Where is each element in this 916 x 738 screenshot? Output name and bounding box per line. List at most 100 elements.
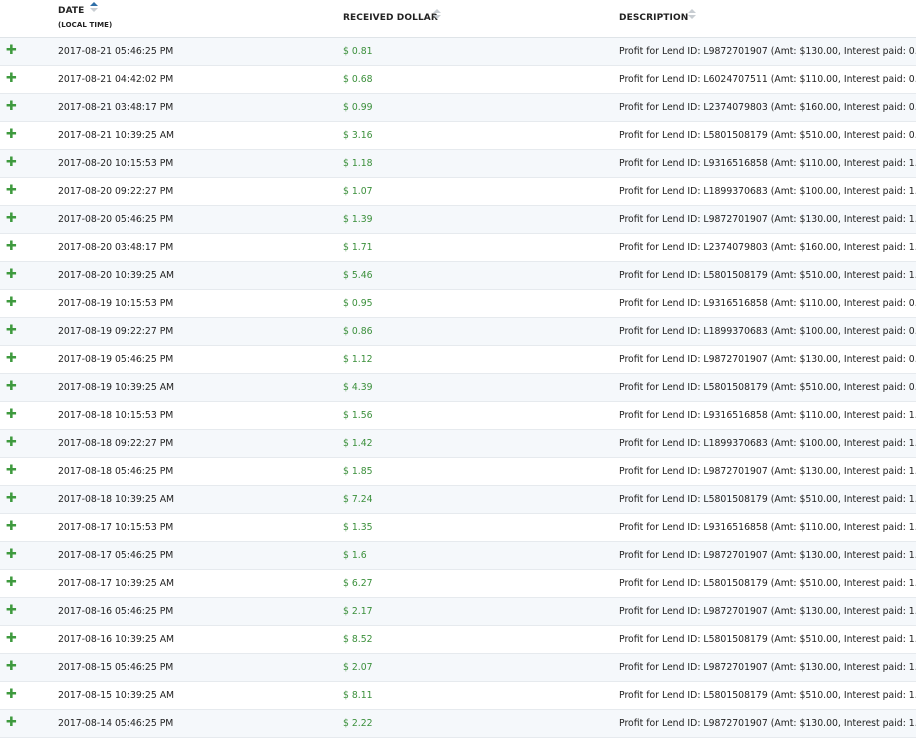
plus-icon[interactable]: ✚ — [6, 542, 17, 568]
column-header-amount-label[interactable]: RECEIVED DOLLAR — [343, 13, 438, 23]
plus-icon[interactable]: ✚ — [6, 38, 17, 64]
column-header-date-sublabel: (LOCAL TIME) — [58, 21, 113, 29]
table-row[interactable]: ✚ 2017-08-17 10:39:25 AM $ 6.27 Profit for … — [0, 570, 916, 598]
row-description: Profit for Lend ID: L1899370683 (Amt: $1… — [619, 326, 916, 337]
row-description: Profit for Lend ID: L1899370683 (Amt: $1… — [619, 438, 916, 449]
plus-icon[interactable]: ✚ — [6, 178, 17, 204]
table-row[interactable]: ✚ 2017-08-20 10:39:25 AM $ 5.46 Profit for … — [0, 262, 916, 290]
plus-icon[interactable]: ✚ — [6, 374, 17, 400]
sort-amount-icon[interactable] — [433, 9, 441, 21]
row-date: 2017-08-19 05:46:25 PM — [58, 354, 174, 365]
row-description: Profit for Lend ID: L9872701907 (Amt: $1… — [619, 466, 916, 477]
row-amount: $ 1.85 — [343, 466, 373, 477]
row-amount: $ 7.24 — [343, 494, 373, 505]
sort-description-icon[interactable] — [688, 9, 696, 21]
row-amount: $ 0.95 — [343, 298, 373, 309]
column-header-date[interactable]: DATE (LOCAL TIME) — [58, 6, 112, 29]
table-row[interactable]: ✚ 2017-08-15 05:46:25 PM $ 2.07 Profit for … — [0, 654, 916, 682]
table-row[interactable]: ✚ 2017-08-20 09:22:27 PM $ 1.07 Profit for … — [0, 178, 916, 206]
row-date: 2017-08-14 05:46:25 PM — [58, 718, 174, 729]
plus-icon[interactable]: ✚ — [6, 486, 17, 512]
row-amount: $ 0.99 — [343, 102, 373, 113]
table-row[interactable]: ✚ 2017-08-18 09:22:27 PM $ 1.42 Profit for … — [0, 430, 916, 458]
table-row[interactable]: ✚ 2017-08-18 05:46:25 PM $ 1.85 Profit for … — [0, 458, 916, 486]
row-date: 2017-08-20 09:22:27 PM — [58, 186, 174, 197]
row-date: 2017-08-21 10:39:25 AM — [58, 130, 175, 141]
sort-date-icon[interactable] — [90, 2, 98, 14]
row-description: Profit for Lend ID: L9316516858 (Amt: $1… — [619, 298, 916, 309]
table-row[interactable]: ✚ 2017-08-18 10:15:53 PM $ 1.56 Profit for … — [0, 402, 916, 430]
row-amount: $ 1.39 — [343, 214, 373, 225]
plus-icon[interactable]: ✚ — [6, 206, 17, 232]
column-header-date-label[interactable]: DATE — [58, 6, 84, 16]
row-date: 2017-08-20 10:15:53 PM — [58, 158, 174, 169]
plus-icon[interactable]: ✚ — [6, 94, 17, 120]
row-description: Profit for Lend ID: L9872701907 (Amt: $1… — [619, 550, 916, 561]
table-row[interactable]: ✚ 2017-08-20 10:15:53 PM $ 1.18 Profit for … — [0, 150, 916, 178]
row-amount: $ 5.46 — [343, 270, 373, 281]
row-amount: $ 8.52 — [343, 634, 373, 645]
row-amount: $ 0.81 — [343, 46, 373, 57]
row-amount: $ 0.68 — [343, 74, 373, 85]
row-amount: $ 1.35 — [343, 522, 373, 533]
plus-icon[interactable]: ✚ — [6, 346, 17, 372]
table-header: DATE (LOCAL TIME) RECEIVED DOLLAR DESCRI… — [0, 0, 916, 38]
row-amount: $ 1.56 — [343, 410, 373, 421]
table-row[interactable]: ✚ 2017-08-19 10:15:53 PM $ 0.95 Profit for … — [0, 290, 916, 318]
plus-icon[interactable]: ✚ — [6, 570, 17, 596]
row-description: Profit for Lend ID: L5801508179 (Amt: $5… — [619, 690, 916, 701]
row-description: Profit for Lend ID: L5801508179 (Amt: $5… — [619, 578, 916, 589]
plus-icon[interactable]: ✚ — [6, 654, 17, 680]
column-header-description[interactable]: DESCRIPTION — [619, 13, 688, 23]
table-row[interactable]: ✚ 2017-08-21 03:48:17 PM $ 0.99 Profit for … — [0, 94, 916, 122]
plus-icon[interactable]: ✚ — [6, 122, 17, 148]
table-row[interactable]: ✚ 2017-08-17 10:15:53 PM $ 1.35 Profit for … — [0, 514, 916, 542]
plus-icon[interactable]: ✚ — [6, 598, 17, 624]
row-date: 2017-08-18 05:46:25 PM — [58, 466, 174, 477]
plus-icon[interactable]: ✚ — [6, 262, 17, 288]
column-header-description-label[interactable]: DESCRIPTION — [619, 13, 688, 23]
row-description: Profit for Lend ID: L9872701907 (Amt: $1… — [619, 606, 916, 617]
plus-icon[interactable]: ✚ — [6, 514, 17, 540]
table-row[interactable]: ✚ 2017-08-20 03:48:17 PM $ 1.71 Profit for … — [0, 234, 916, 262]
plus-icon[interactable]: ✚ — [6, 318, 17, 344]
table-row[interactable]: ✚ 2017-08-19 05:46:25 PM $ 1.12 Profit for … — [0, 346, 916, 374]
plus-icon[interactable]: ✚ — [6, 402, 17, 428]
table-row[interactable]: ✚ 2017-08-16 05:46:25 PM $ 2.17 Profit for … — [0, 598, 916, 626]
table-row[interactable]: ✚ 2017-08-19 10:39:25 AM $ 4.39 Profit for … — [0, 374, 916, 402]
table-row[interactable]: ✚ 2017-08-21 10:39:25 AM $ 3.16 Profit for … — [0, 122, 916, 150]
row-amount: $ 1.12 — [343, 354, 373, 365]
row-date: 2017-08-15 10:39:25 AM — [58, 690, 175, 701]
table-row[interactable]: ✚ 2017-08-16 10:39:25 AM $ 8.52 Profit for … — [0, 626, 916, 654]
row-date: 2017-08-19 10:39:25 AM — [58, 382, 175, 393]
table-row[interactable]: ✚ 2017-08-20 05:46:25 PM $ 1.39 Profit for … — [0, 206, 916, 234]
row-date: 2017-08-19 09:22:27 PM — [58, 326, 174, 337]
table-row[interactable]: ✚ 2017-08-15 10:39:25 AM $ 8.11 Profit for … — [0, 682, 916, 710]
table-row[interactable]: ✚ 2017-08-21 05:46:25 PM $ 0.81 Profit for … — [0, 38, 916, 66]
table-row[interactable]: ✚ 2017-08-18 10:39:25 AM $ 7.24 Profit for … — [0, 486, 916, 514]
plus-icon[interactable]: ✚ — [6, 626, 17, 652]
plus-icon[interactable]: ✚ — [6, 234, 17, 260]
row-date: 2017-08-18 10:15:53 PM — [58, 410, 174, 421]
plus-icon[interactable]: ✚ — [6, 458, 17, 484]
row-date: 2017-08-21 05:46:25 PM — [58, 46, 174, 57]
row-amount: $ 1.71 — [343, 242, 373, 253]
row-description: Profit for Lend ID: L9872701907 (Amt: $1… — [619, 214, 916, 225]
column-header-amount[interactable]: RECEIVED DOLLAR — [343, 13, 438, 23]
row-description: Profit for Lend ID: L6024707511 (Amt: $1… — [619, 74, 916, 85]
plus-icon[interactable]: ✚ — [6, 66, 17, 92]
row-amount: $ 1.6 — [343, 550, 367, 561]
table-row[interactable]: ✚ 2017-08-17 05:46:25 PM $ 1.6 Profit for L… — [0, 542, 916, 570]
row-date: 2017-08-16 10:39:25 AM — [58, 634, 175, 645]
table-row[interactable]: ✚ 2017-08-21 04:42:02 PM $ 0.68 Profit for … — [0, 66, 916, 94]
row-date: 2017-08-21 03:48:17 PM — [58, 102, 174, 113]
plus-icon[interactable]: ✚ — [6, 430, 17, 456]
plus-icon[interactable]: ✚ — [6, 290, 17, 316]
plus-icon[interactable]: ✚ — [6, 682, 17, 708]
row-date: 2017-08-20 05:46:25 PM — [58, 214, 174, 225]
plus-icon[interactable]: ✚ — [6, 710, 17, 736]
row-description: Profit for Lend ID: L5801508179 (Amt: $5… — [619, 634, 916, 645]
plus-icon[interactable]: ✚ — [6, 150, 17, 176]
row-date: 2017-08-17 10:39:25 AM — [58, 578, 175, 589]
table-row[interactable]: ✚ 2017-08-19 09:22:27 PM $ 0.86 Profit for … — [0, 318, 916, 346]
